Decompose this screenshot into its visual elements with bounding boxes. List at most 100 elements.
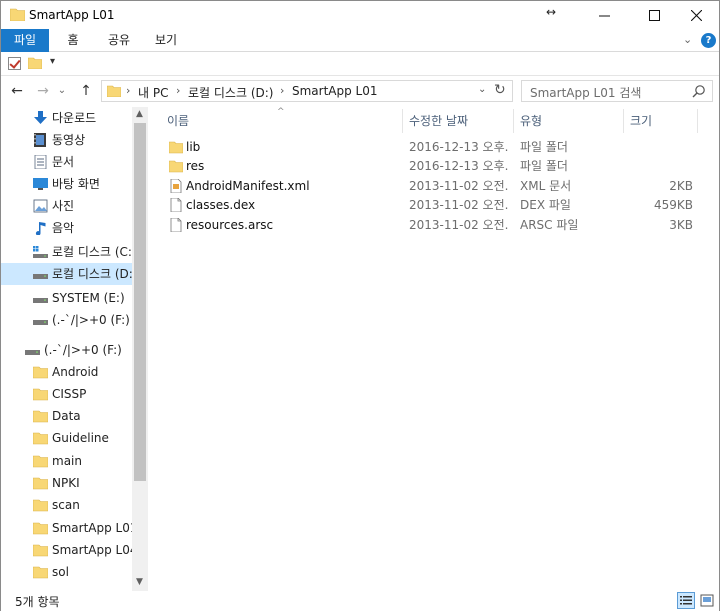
search-input[interactable]: SmartApp L01 검색: [530, 84, 641, 101]
folder-icon: [33, 544, 48, 557]
file-name: lib: [186, 140, 201, 154]
video-icon: [34, 133, 46, 147]
nav-scrollbar[interactable]: ▲ ▼: [132, 107, 148, 591]
scroll-up-icon[interactable]: ▲: [136, 109, 143, 119]
sidebar-item-npki[interactable]: NPKI: [1, 472, 132, 494]
sidebar-item-drive-e[interactable]: SYSTEM (E:): [1, 287, 132, 309]
file-date: 2013-11-02 오전...: [409, 198, 509, 212]
back-arrow-icon[interactable]: ←: [7, 81, 27, 101]
maximize-icon: [648, 9, 660, 21]
sidebar-item-label: (.-`/|>+0 (F:): [44, 343, 122, 357]
new-folder-icon[interactable]: [28, 57, 42, 69]
sidebar-item-guideline[interactable]: Guideline: [1, 427, 132, 449]
minimize-icon: [598, 15, 610, 16]
folder-icon: [169, 141, 183, 154]
scroll-down-icon[interactable]: ▼: [136, 577, 143, 587]
file-size: 2KB: [669, 179, 693, 193]
sidebar-item-label: 문서: [52, 155, 75, 169]
refresh-icon[interactable]: ↻: [494, 82, 506, 98]
file-name: resources.arsc: [186, 218, 274, 232]
sidebar-item-cissp[interactable]: CISSP: [1, 383, 132, 405]
tab-file[interactable]: 파일: [1, 29, 49, 52]
ribbon-tabs: 파일 홈 공유 보기 ⌄ ?: [1, 29, 719, 52]
folder-icon: [10, 8, 25, 21]
title-bar[interactable]: SmartApp L01 ↔: [1, 1, 719, 29]
sidebar-item-smartapp-l01[interactable]: SmartApp L01: [1, 517, 132, 539]
file-icon: [170, 218, 182, 232]
help-icon[interactable]: ?: [701, 33, 716, 48]
column-header-size[interactable]: 크기: [624, 109, 698, 133]
sidebar-item-sol[interactable]: sol: [1, 561, 132, 583]
sidebar-item-drive-f[interactable]: (.-`/|>+0 (F:): [1, 309, 132, 331]
address-bar[interactable]: › 내 PC › 로컬 디스크 (D:) › SmartApp L01 ⌄ ↻: [101, 80, 513, 102]
table-row[interactable]: res 2016-12-13 오후... 파일 폴더: [161, 156, 701, 176]
breadcrumb-chevron-icon[interactable]: ›: [280, 84, 284, 97]
sidebar-item-smartapp-l04[interactable]: SmartApp L04: [1, 539, 132, 561]
up-arrow-icon[interactable]: ↑: [76, 81, 96, 101]
folder-icon: [33, 522, 48, 535]
search-box[interactable]: SmartApp L01 검색: [521, 80, 713, 102]
table-row[interactable]: classes.dex 2013-11-02 오전... DEX 파일 459K…: [161, 195, 701, 215]
status-bar: 5개 항목: [1, 591, 719, 611]
sidebar-item-downloads[interactable]: 다운로드: [1, 107, 132, 129]
forward-arrow-icon[interactable]: →: [33, 81, 53, 101]
tab-view[interactable]: 보기: [146, 29, 186, 52]
search-icon[interactable]: [692, 84, 706, 98]
sidebar-item-drive-c[interactable]: 로컬 디스크 (C:): [1, 241, 132, 263]
sidebar-item-label: SmartApp L01: [52, 521, 132, 535]
recent-locations-chevron-icon[interactable]: ⌄: [55, 81, 69, 101]
sidebar-item-label: (.-`/|>+0 (F:): [52, 313, 130, 327]
address-dropdown-icon[interactable]: ⌄: [478, 84, 486, 95]
scrollbar-thumb[interactable]: [134, 123, 146, 481]
window-title: SmartApp L01: [29, 8, 115, 22]
sidebar-item-drive-d[interactable]: 로컬 디스크 (D:): [1, 263, 132, 285]
large-icons-view-icon: [700, 594, 714, 607]
folder-icon: [33, 432, 48, 445]
breadcrumb-chevron-icon[interactable]: ›: [176, 84, 180, 97]
sidebar-item-label: main: [52, 454, 82, 468]
close-button[interactable]: [673, 1, 719, 29]
explorer-window: SmartApp L01 ↔ 파일 홈 공유 보기 ⌄ ? ▾ ← → ⌄ ↑: [0, 0, 720, 611]
table-row[interactable]: resources.arsc 2013-11-02 오전... ARSC 파일 …: [161, 215, 701, 235]
breadcrumb-this-pc[interactable]: 내 PC: [138, 84, 168, 101]
table-row[interactable]: AndroidManifest.xml 2013-11-02 오전... XML…: [161, 176, 701, 196]
sidebar-item-data[interactable]: Data: [1, 405, 132, 427]
file-date: 2013-11-02 오전...: [409, 179, 509, 193]
sidebar-item-label: 로컬 디스크 (D:): [52, 267, 132, 281]
details-view-button[interactable]: [677, 592, 695, 609]
sidebar-item-documents[interactable]: 문서: [1, 151, 132, 173]
large-icons-view-button[interactable]: [698, 592, 716, 609]
customize-toolbar-icon[interactable]: ▾: [50, 56, 55, 67]
sidebar-item-drive-f-root[interactable]: (.-`/|>+0 (F:): [1, 339, 132, 361]
folder-icon: [33, 410, 48, 423]
navigation-pane: 다운로드 동영상 문서 바탕 화면 사진 음악 로컬 디스크 (C:) 로컬 디…: [1, 107, 148, 591]
sidebar-item-music[interactable]: 음악: [1, 217, 132, 239]
expand-ribbon-chevron-icon[interactable]: ⌄: [683, 33, 692, 46]
properties-check-icon[interactable]: [8, 57, 21, 70]
column-header-date[interactable]: 수정한 날짜: [403, 109, 514, 133]
sidebar-item-android[interactable]: Android: [1, 361, 132, 383]
music-icon: [35, 222, 46, 235]
file-size: 459KB: [653, 198, 693, 212]
table-row[interactable]: lib 2016-12-13 오후... 파일 폴더: [161, 137, 701, 157]
sidebar-item-main[interactable]: main: [1, 450, 132, 472]
breadcrumb-smartapp[interactable]: SmartApp L01: [292, 84, 378, 98]
sidebar-item-scan[interactable]: scan: [1, 494, 132, 516]
column-header-type[interactable]: 유형: [514, 109, 624, 133]
system-drive-icon: [33, 246, 48, 258]
folder-icon: [33, 566, 48, 579]
maximize-button[interactable]: [631, 1, 677, 29]
tab-share[interactable]: 공유: [97, 29, 141, 52]
sidebar-item-label: 사진: [52, 199, 75, 213]
breadcrumb-drive-d[interactable]: 로컬 디스크 (D:): [188, 84, 273, 101]
breadcrumb-chevron-icon[interactable]: ›: [126, 84, 130, 97]
folder-icon: [107, 85, 121, 97]
sidebar-item-pictures[interactable]: 사진: [1, 195, 132, 217]
column-header-name[interactable]: 이름: [161, 109, 403, 133]
sidebar-item-desktop[interactable]: 바탕 화면: [1, 173, 132, 195]
sidebar-item-label: NPKI: [52, 476, 80, 490]
xml-file-icon: [170, 179, 182, 193]
tab-home[interactable]: 홈: [56, 29, 90, 52]
minimize-button[interactable]: [581, 1, 627, 29]
sidebar-item-videos[interactable]: 동영상: [1, 129, 132, 151]
